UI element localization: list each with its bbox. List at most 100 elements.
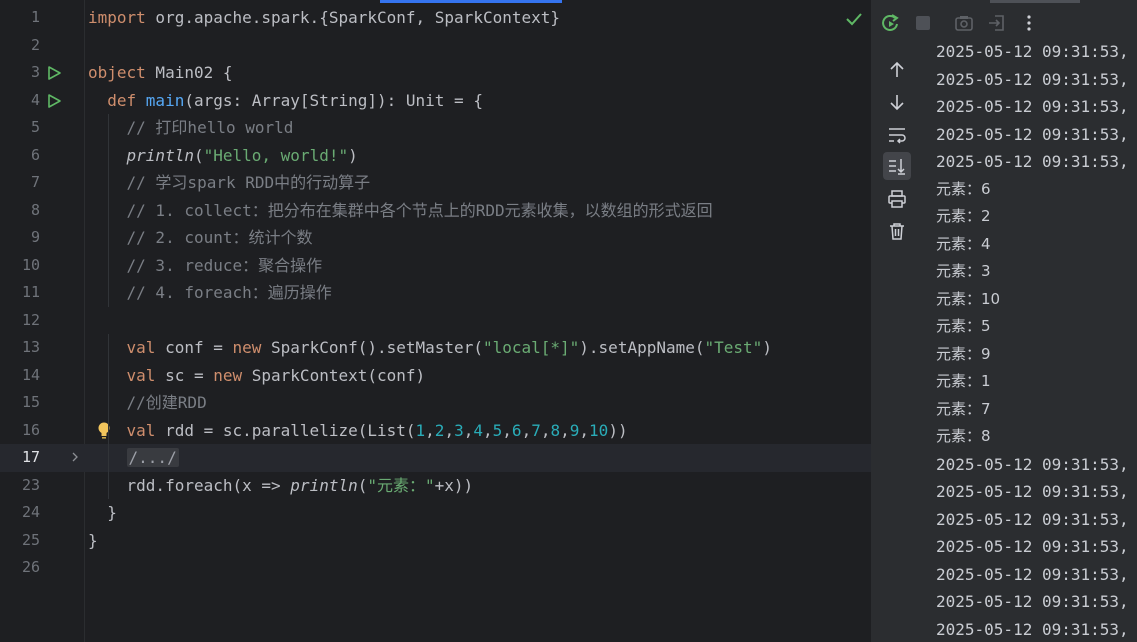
code-token: conf = — [165, 338, 233, 357]
code-line[interactable]: 11 // 4. foreach：遍历操作 — [0, 279, 871, 307]
code-text: def main(args: Array[String]): Unit = { — [88, 87, 483, 115]
code-token: sc = — [165, 365, 214, 385]
line-number: 7 — [30, 173, 40, 191]
console-line: 2025-05-12 09:31:53, — [936, 564, 1129, 584]
console-line: 2025-05-12 09:31:53, — [936, 152, 1129, 171]
code-line[interactable]: 26 — [0, 554, 871, 582]
code-line[interactable]: 23 rdd.foreach(x => println("元素："+x)) — [0, 471, 871, 499]
line-number: 2 — [30, 35, 40, 54]
code-token: 10 — [589, 420, 609, 440]
code-editor[interactable]: 1 import org.apache.spark.{SparkConf, Spa… — [0, 0, 871, 642]
active-tab-indicator — [380, 0, 562, 3]
run-gutter-icon[interactable] — [46, 65, 62, 81]
code-text: /.../ — [88, 444, 179, 472]
no-problems-check-icon[interactable] — [845, 11, 863, 27]
code-token: // 4. foreach：遍历操作 — [88, 283, 332, 302]
console-side-toolbar — [871, 44, 923, 642]
code-line[interactable]: 15 //创建RDD — [0, 389, 871, 417]
console-line: 2025-05-12 09:31:53, — [936, 537, 1129, 556]
code-token: rdd.foreach(x => — [88, 475, 291, 495]
code-token: val — [88, 365, 166, 385]
console-line: 元素：5 — [936, 317, 991, 335]
code-line[interactable]: 16 val rdd = sc.parallelize(List(1,2,3,4… — [0, 416, 871, 444]
console-line: 2025-05-12 09:31:53, — [936, 69, 1129, 89]
code-token: // 3. reduce：聚合操作 — [88, 255, 323, 275]
code-token[interactable]: /.../ — [126, 448, 179, 467]
more-options-icon[interactable] — [1019, 13, 1039, 33]
code-line[interactable]: 4 def main(args: Array[String]): Unit = … — [0, 87, 871, 115]
code-token: 2 — [434, 420, 445, 440]
code-token: )) — [608, 420, 628, 440]
code-line[interactable]: 14 val sc = new SparkContext(conf) — [0, 361, 871, 389]
console-line: 2025-05-12 09:31:53, — [936, 619, 1129, 639]
code-token: val — [88, 420, 166, 440]
exit-icon[interactable] — [987, 13, 1007, 33]
code-token: ).setAppName( — [579, 338, 705, 357]
code-line[interactable]: 9 // 2. count：统计个数 — [0, 224, 871, 252]
code-token: SparkContext(conf) — [251, 365, 426, 385]
code-line[interactable]: 7 // 学习spark RDD中的行动算子 — [0, 169, 871, 197]
line-number: 12 — [21, 310, 40, 329]
code-token: 1 — [415, 420, 426, 440]
code-line[interactable]: 13 val conf = new SparkConf().setMaster(… — [0, 334, 871, 362]
console-line: 元素：4 — [936, 234, 991, 253]
code-line[interactable]: 5 // 打印hello world — [0, 114, 871, 142]
rerun-icon[interactable] — [880, 13, 900, 33]
arrow-down-icon[interactable] — [887, 92, 907, 112]
code-text: // 学习spark RDD中的行动算子 — [88, 169, 371, 197]
code-line[interactable]: 3 object Main02 { — [0, 59, 871, 87]
fold-chevron-icon[interactable] — [70, 451, 80, 463]
code-line[interactable]: 2 — [0, 32, 871, 60]
code-token: new — [232, 338, 272, 357]
code-line[interactable]: 10 // 3. reduce：聚合操作 — [0, 251, 871, 279]
run-gutter-icon[interactable] — [46, 93, 62, 109]
code-token: , — [579, 420, 590, 440]
console-line: 2025-05-12 09:31:53, — [936, 42, 1129, 61]
code-line[interactable]: 12 — [0, 307, 871, 335]
code-line[interactable]: 17 /.../ — [0, 444, 871, 472]
code-token: ) — [348, 145, 358, 165]
code-token: new — [213, 365, 252, 385]
console-line: 2025-05-12 09:31:53, — [936, 124, 1129, 144]
line-number: 25 — [21, 530, 40, 549]
code-token: 6 — [511, 420, 522, 440]
code-line[interactable]: 24 } — [0, 499, 871, 527]
code-token: 4 — [473, 420, 483, 440]
console-line: 元素：3 — [936, 262, 991, 280]
arrow-up-icon[interactable] — [887, 60, 907, 80]
code-token: "local[*]" — [482, 338, 580, 357]
trash-icon[interactable] — [887, 221, 907, 241]
code-token: , — [463, 420, 474, 440]
line-number: 11 — [21, 283, 40, 301]
code-token: , — [425, 420, 435, 440]
code-token: ( — [193, 145, 204, 165]
code-token: , — [560, 420, 570, 440]
code-line[interactable]: 6 println("Hello, world!") — [0, 141, 871, 169]
line-number: 1 — [30, 8, 40, 26]
code-line[interactable]: 8 // 1. collect：把分布在集群中各个节点上的RDD元素收集，以数组… — [0, 196, 871, 224]
camera-icon[interactable] — [954, 13, 974, 33]
line-number: 4 — [30, 90, 40, 109]
code-token: main — [145, 90, 185, 110]
code-token: 5 — [492, 420, 503, 440]
code-token: ) — [762, 338, 772, 357]
code-text: } — [88, 527, 98, 555]
code-token: "Hello, world!" — [203, 145, 349, 165]
line-number: 14 — [21, 365, 40, 384]
code-line[interactable]: 25} — [0, 527, 871, 555]
line-number: 10 — [21, 255, 40, 274]
code-line[interactable]: 1 import org.apache.spark.{SparkConf, Spa… — [0, 4, 871, 32]
scroll-to-end-icon[interactable] — [887, 156, 907, 176]
soft-wrap-icon[interactable] — [887, 125, 907, 145]
code-token: // 学习spark RDD中的行动算子 — [88, 173, 371, 192]
console-line: 元素：10 — [936, 289, 1001, 308]
code-token: "Test" — [704, 338, 763, 357]
code-token: , — [483, 420, 493, 440]
code-token: , — [502, 420, 512, 440]
line-number: 9 — [30, 228, 40, 246]
line-number: 3 — [30, 63, 40, 81]
code-token: , — [444, 420, 455, 440]
print-icon[interactable] — [887, 189, 907, 209]
console-output[interactable]: 2025-05-12 09:31:53, 2025-05-12 09:31:53,… — [936, 38, 1137, 642]
stop-icon[interactable] — [913, 13, 933, 33]
